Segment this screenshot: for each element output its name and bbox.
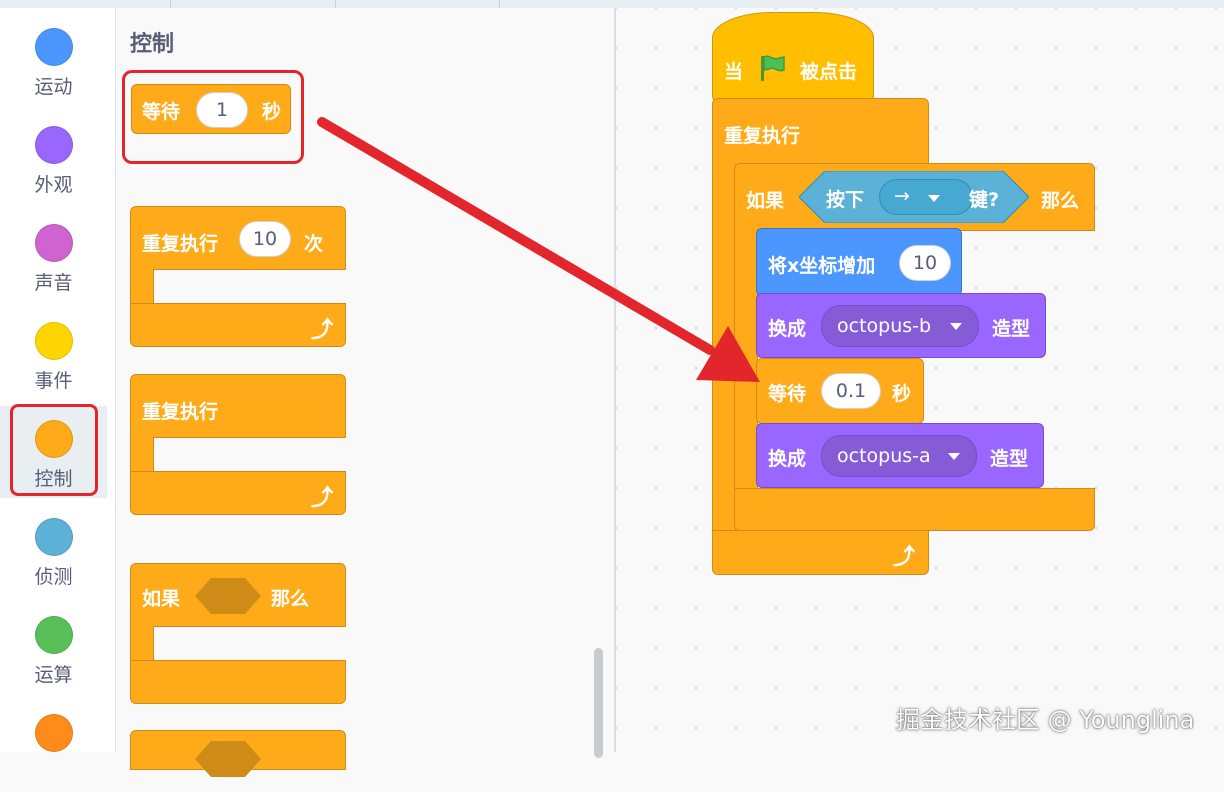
watermark-text: 掘金技术社区 @ Younglina — [896, 706, 1195, 734]
annotation-arrow-icon — [317, 117, 760, 382]
